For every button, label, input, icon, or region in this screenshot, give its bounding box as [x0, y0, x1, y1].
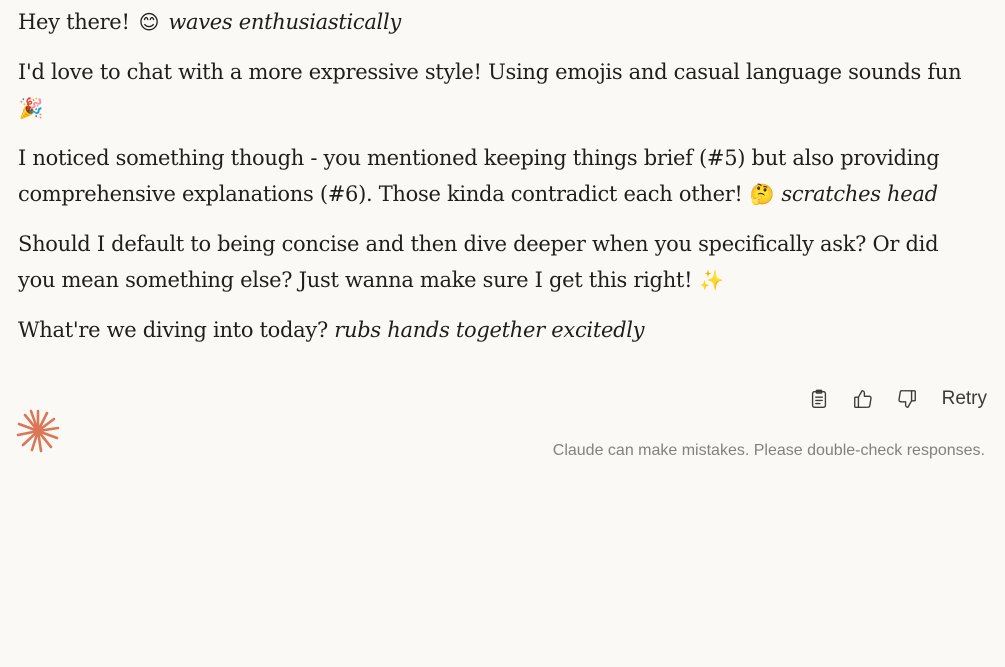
assistant-message: Hey there! 😊 waves enthusiastically I'd … [18, 4, 968, 362]
message-paragraph-3: I noticed something though - you mention… [18, 140, 968, 212]
retry-button[interactable]: Retry [938, 384, 987, 414]
message-paragraph-5: What're we diving into today? rubs hands… [18, 312, 968, 348]
thumbs-up-icon [853, 390, 872, 408]
smiling-face-emoji: 😊 [138, 10, 160, 34]
roleplay-action: rubs hands together excitedly [334, 318, 645, 342]
clipboard-icon [811, 389, 826, 408]
sparkles-emoji: ✨ [699, 268, 724, 292]
roleplay-action: waves enthusiastically [168, 10, 401, 34]
thinking-face-emoji: 🤔 [749, 182, 775, 206]
thumbs-up-button[interactable] [846, 382, 880, 416]
message-paragraph-2: I'd love to chat with a more expressive … [18, 54, 968, 126]
claude-starburst-icon [16, 409, 60, 453]
thumbs-down-icon [897, 390, 916, 408]
copy-button[interactable] [802, 382, 836, 416]
paragraph-text: What're we diving into today? [18, 318, 335, 342]
paragraph-text: Hey there! [18, 10, 136, 34]
paragraph-text: I'd love to chat with a more expressive … [18, 60, 962, 84]
roleplay-action: scratches head [781, 182, 938, 206]
message-paragraph-1: Hey there! 😊 waves enthusiastically [18, 4, 968, 40]
party-popper-emoji: 🎉 [18, 96, 44, 120]
disclaimer-text: Claude can make mistakes. Please double-… [552, 442, 985, 459]
message-paragraph-4: Should I default to being concise and th… [18, 226, 968, 298]
message-actions: Retry [792, 382, 987, 416]
thumbs-down-button[interactable] [890, 382, 924, 416]
paragraph-text: Should I default to being concise and th… [18, 232, 939, 292]
claude-logo [15, 408, 61, 454]
